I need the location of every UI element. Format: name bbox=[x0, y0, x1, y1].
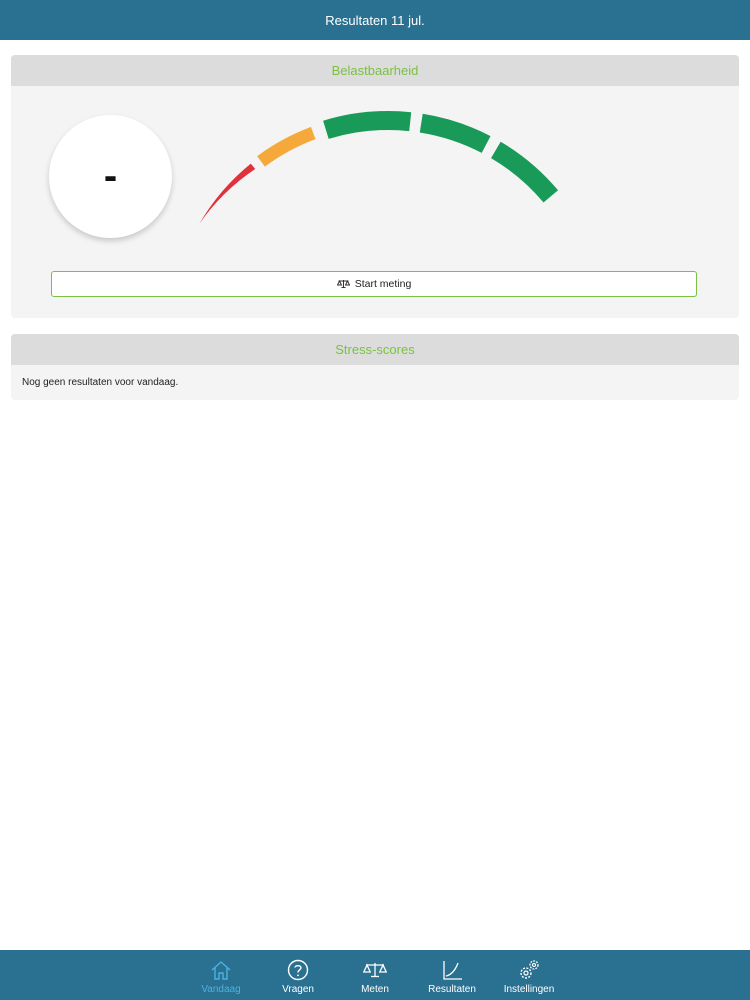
page-title: Resultaten 11 jul. bbox=[325, 12, 425, 28]
stress-scores-panel: Stress-scores Nog geen resultaten voor v… bbox=[11, 334, 739, 400]
nav-label: Resultaten bbox=[428, 984, 476, 995]
stress-scores-title: Stress-scores bbox=[335, 342, 415, 357]
nav-label: Vandaag bbox=[201, 984, 241, 995]
gauge-segment-orange bbox=[257, 126, 316, 167]
gauge-segment-green-3 bbox=[491, 141, 559, 203]
scale-icon bbox=[363, 958, 387, 982]
nav-item-vragen[interactable]: Vragen bbox=[263, 950, 333, 1000]
load-capacity-title: Belastbaarheid bbox=[331, 63, 419, 78]
gauge-segment-green-2 bbox=[419, 113, 491, 153]
nav-item-resultaten[interactable]: Resultaten bbox=[417, 950, 487, 1000]
stress-scores-header: Stress-scores bbox=[11, 334, 739, 365]
nav-item-meten[interactable]: Meten bbox=[340, 950, 410, 1000]
question-icon bbox=[287, 958, 309, 982]
no-results-text: Nog geen resultaten voor vandaag. bbox=[22, 377, 179, 388]
nav-item-vandaag[interactable]: Vandaag bbox=[186, 950, 256, 1000]
start-measurement-label: Start meting bbox=[354, 278, 412, 290]
start-measurement-button[interactable]: Start meting bbox=[51, 271, 697, 297]
load-capacity-panel: Belastbaarheid - Start meting bbox=[11, 55, 739, 318]
home-icon bbox=[210, 958, 232, 982]
gauge-segment-green-1 bbox=[323, 111, 412, 139]
scale-icon bbox=[336, 279, 350, 289]
load-gauge bbox=[199, 111, 559, 224]
gauge-segment-red bbox=[199, 163, 256, 224]
top-bar: Resultaten 11 jul. bbox=[0, 0, 750, 40]
bottom-nav: Vandaag Vragen Meten Resultaten Instelli… bbox=[0, 950, 750, 1000]
nav-label: Meten bbox=[361, 984, 389, 995]
nav-label: Instellingen bbox=[503, 984, 555, 995]
gears-icon bbox=[517, 958, 541, 982]
nav-label: Vragen bbox=[282, 984, 314, 995]
load-capacity-header: Belastbaarheid bbox=[11, 55, 739, 86]
nav-item-instellingen[interactable]: Instellingen bbox=[494, 950, 564, 1000]
chart-icon bbox=[441, 958, 463, 982]
